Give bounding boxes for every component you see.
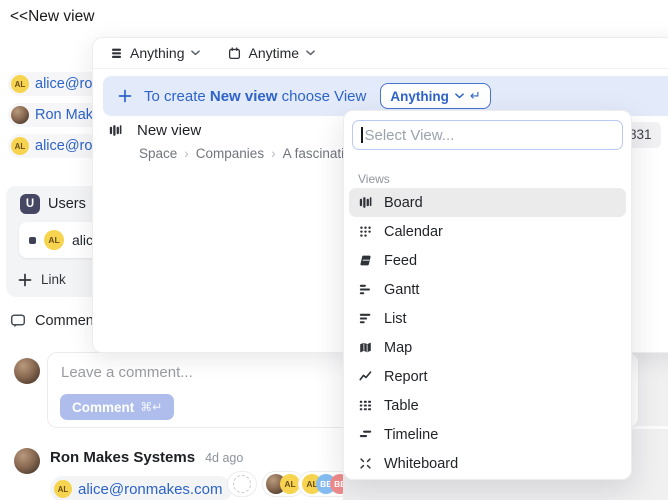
board-icon xyxy=(109,124,122,137)
empty-avatar-placeholder-icon xyxy=(233,475,251,493)
entity-title: New view xyxy=(137,122,201,139)
view-item-list[interactable]: List xyxy=(349,304,626,333)
comment-shortcut-hint: ⌘↵ xyxy=(140,400,162,414)
mention-label: alice@ronmakes.com xyxy=(78,481,222,498)
breadcrumb-separator: › xyxy=(271,146,276,161)
view-item-label: Calendar xyxy=(384,224,443,240)
view-item-table[interactable]: Table xyxy=(349,391,626,420)
comment-submit-button[interactable]: Comment ⌘↵ xyxy=(60,394,174,420)
comment-timestamp: 4d ago xyxy=(205,451,243,465)
view-type-list: Board Calendar Feed Gantt List Map Repor… xyxy=(349,188,626,478)
board-icon xyxy=(358,196,373,209)
select-view-placeholder: Select View... xyxy=(365,127,455,144)
breadcrumb: Space › Companies › A fascinati xyxy=(109,146,344,161)
avatar: AL xyxy=(11,75,29,93)
report-icon xyxy=(358,370,373,383)
views-group-label: Views xyxy=(358,172,390,186)
users-icon: U xyxy=(20,194,40,214)
users-panel-header: U Users xyxy=(20,194,86,214)
add-link-button[interactable]: Link xyxy=(18,272,66,287)
banner-suffix: choose View xyxy=(282,88,367,105)
comments-section-header: Comments xyxy=(10,313,105,329)
comment-bubble-icon xyxy=(10,313,26,329)
table-icon xyxy=(358,399,373,412)
empty-avatar-chip[interactable] xyxy=(227,471,257,497)
breadcrumb-item[interactable]: A fascinati xyxy=(283,146,345,161)
initials-avatar: AL xyxy=(280,474,300,494)
comment-input-placeholder[interactable]: Leave a comment... xyxy=(61,364,193,381)
picker-label: Anything xyxy=(390,89,449,104)
avatar: AL xyxy=(11,137,29,155)
view-type-picker-button[interactable]: Anything ↵ xyxy=(380,83,490,109)
filter-label: Anything xyxy=(130,45,184,61)
filter-anytime-dropdown[interactable]: Anytime xyxy=(228,45,315,61)
filter-label: Anytime xyxy=(248,45,299,61)
add-link-label: Link xyxy=(41,272,66,287)
view-picker-dropdown: Select View... Views Board Calendar Feed… xyxy=(343,110,632,480)
comment-author-avatar xyxy=(14,448,40,474)
breadcrumb-item[interactable]: Companies xyxy=(196,146,264,161)
view-item-calendar[interactable]: Calendar xyxy=(349,217,626,246)
filter-anything-dropdown[interactable]: Anything xyxy=(110,45,200,61)
page-title: <<New view xyxy=(10,8,94,26)
gantt-icon xyxy=(358,283,373,296)
view-item-whiteboard[interactable]: Whiteboard xyxy=(349,449,626,478)
modal-filter-bar: Anything Anytime xyxy=(93,38,668,69)
chevron-down-icon xyxy=(306,50,315,56)
view-item-label: Feed xyxy=(384,253,417,269)
return-key-icon: ↵ xyxy=(470,88,481,104)
view-item-board[interactable]: Board xyxy=(349,188,626,217)
select-view-input[interactable]: Select View... xyxy=(352,120,623,150)
user-chip-label: alice@ron xyxy=(35,138,101,154)
calendar-icon xyxy=(228,47,241,60)
text-cursor xyxy=(361,127,363,143)
app-window: <<New view ALalice@ronRon MakeALalice@ro… xyxy=(0,0,668,500)
avatar xyxy=(11,106,29,124)
plus-icon xyxy=(118,89,132,103)
banner-entity-name: New view xyxy=(210,88,278,105)
whiteboard-icon xyxy=(358,457,373,470)
user-chip-label: alice@ron xyxy=(35,76,101,92)
view-item-label: Timeline xyxy=(384,427,438,443)
avatar: AL xyxy=(44,230,64,250)
calendar-grid-icon xyxy=(358,225,373,238)
breadcrumb-separator: › xyxy=(184,146,189,161)
view-item-map[interactable]: Map xyxy=(349,333,626,362)
chevron-down-icon xyxy=(455,93,464,99)
view-item-label: Board xyxy=(384,195,423,211)
avatar: AL xyxy=(54,480,72,498)
view-item-feed[interactable]: Feed xyxy=(349,246,626,275)
banner-text: To create New view choose View xyxy=(144,88,366,105)
map-icon xyxy=(358,341,373,354)
breadcrumb-item[interactable]: Space xyxy=(139,146,177,161)
entity-result-row[interactable]: New view Space › Companies › A fascinati xyxy=(109,122,344,161)
view-item-label: Gantt xyxy=(384,282,419,298)
mention-chip-alice[interactable]: AL alice@ronmakes.com xyxy=(50,476,232,500)
database-icon xyxy=(110,47,123,60)
feed-icon xyxy=(358,254,373,267)
view-item-timeline[interactable]: Timeline xyxy=(349,420,626,449)
view-item-gantt[interactable]: Gantt xyxy=(349,275,626,304)
view-item-label: Report xyxy=(384,369,428,385)
view-item-report[interactable]: Report xyxy=(349,362,626,391)
background-divider xyxy=(630,426,668,429)
comment-author: Ron Makes Systems xyxy=(50,449,195,466)
list-icon xyxy=(358,312,373,325)
view-item-label: Table xyxy=(384,398,419,414)
timeline-icon xyxy=(358,428,373,441)
comment-button-label: Comment xyxy=(72,400,134,415)
drag-handle-icon xyxy=(29,237,36,244)
banner-prefix: To create xyxy=(144,88,206,105)
plus-icon xyxy=(18,273,32,287)
current-user-avatar xyxy=(14,358,40,384)
comment-header: Ron Makes Systems 4d ago xyxy=(50,449,243,466)
view-item-label: List xyxy=(384,311,407,327)
view-item-label: Map xyxy=(384,340,412,356)
view-item-label: Whiteboard xyxy=(384,456,458,472)
chevron-down-icon xyxy=(191,50,200,56)
users-panel-title: Users xyxy=(48,196,86,212)
